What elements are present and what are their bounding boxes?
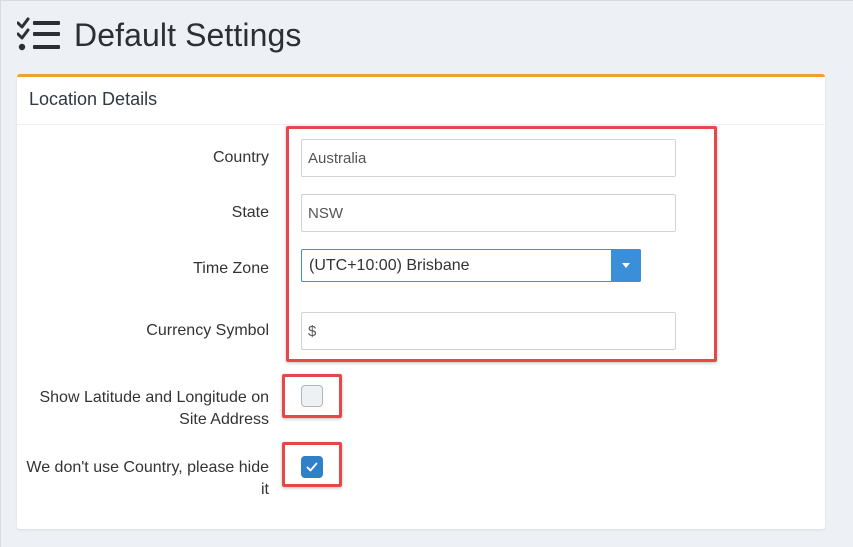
show-lat-long-checkbox[interactable]: [301, 385, 323, 407]
currency-symbol-label: Currency Symbol: [146, 322, 269, 339]
time-zone-label: Time Zone: [193, 260, 269, 277]
chevron-down-icon[interactable]: [611, 249, 641, 282]
country-label: Country: [212, 149, 269, 166]
show-lat-long-label-line1: Show Latitude and Longitude on: [39, 389, 269, 406]
country-input[interactable]: [301, 139, 676, 177]
hide-country-label-line1: We don't use Country, please hide: [26, 459, 269, 476]
show-lat-long-label-line2: Site Address: [179, 411, 269, 428]
checklist-icon: [17, 17, 60, 51]
hide-country-label: We don't use Country, please hide it: [19, 457, 269, 501]
currency-symbol-input[interactable]: [301, 312, 676, 350]
hide-country-checkbox[interactable]: [301, 456, 323, 478]
show-lat-long-label: Show Latitude and Longitude on Site Addr…: [19, 387, 269, 431]
panel-title: Location Details: [29, 89, 158, 109]
state-input[interactable]: [301, 194, 676, 232]
page: Default Settings Location Details Countr…: [0, 0, 853, 547]
hide-country-label-line2: it: [261, 481, 269, 498]
time-zone-value: (UTC+10:00) Brisbane: [309, 257, 470, 274]
state-label: State: [231, 204, 269, 221]
panel-header: Location Details: [17, 77, 825, 125]
page-title: Default Settings: [74, 17, 302, 53]
time-zone-select[interactable]: (UTC+10:00) Brisbane: [301, 249, 641, 282]
checkmark-icon: [306, 462, 318, 472]
location-details-panel: Location Details Country State Time Zone…: [17, 74, 825, 529]
